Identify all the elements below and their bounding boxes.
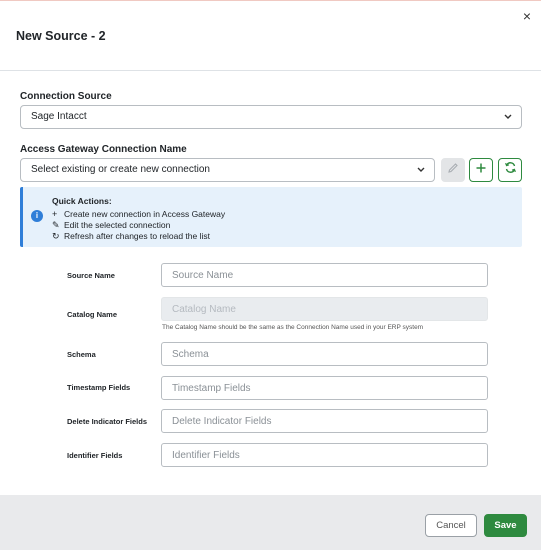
identifier-fields-input[interactable] bbox=[161, 443, 488, 467]
connection-source-select[interactable]: Sage Intacct bbox=[20, 105, 522, 129]
quick-action-text: Create new connection in Access Gateway bbox=[64, 209, 226, 219]
gateway-connection-select[interactable]: Select existing or create new connection bbox=[20, 158, 435, 182]
refresh-icon bbox=[504, 161, 517, 179]
quick-action-item: ↻ Refresh after changes to reload the lis… bbox=[52, 231, 210, 242]
identifier-fields-label: Identifier Fields bbox=[67, 451, 123, 460]
info-icon: i bbox=[31, 210, 43, 222]
quick-action-text: Refresh after changes to reload the list bbox=[64, 231, 210, 241]
new-source-dialog: New Source - 2 × Connection Source Sage … bbox=[0, 0, 541, 550]
source-name-input[interactable] bbox=[161, 263, 488, 287]
gateway-connection-placeholder: Select existing or create new connection bbox=[31, 164, 210, 175]
catalog-name-label: Catalog Name bbox=[67, 310, 118, 319]
connection-source-value: Sage Intacct bbox=[31, 111, 87, 122]
dialog-title: New Source - 2 bbox=[16, 29, 106, 43]
edit-connection-button[interactable] bbox=[441, 158, 465, 182]
quick-actions-title: Quick Actions: bbox=[52, 196, 112, 206]
catalog-name-help: The Catalog Name should be the same as t… bbox=[162, 324, 424, 331]
timestamp-fields-input[interactable] bbox=[161, 376, 488, 400]
plus-icon bbox=[475, 161, 487, 179]
save-button[interactable]: Save bbox=[484, 514, 527, 537]
schema-input[interactable] bbox=[161, 342, 488, 366]
quick-action-item: ✎ Edit the selected connection bbox=[52, 220, 170, 231]
pencil-icon bbox=[447, 161, 459, 179]
schema-label: Schema bbox=[67, 350, 96, 359]
refresh-icon: ↻ bbox=[52, 231, 60, 241]
chevron-down-icon bbox=[417, 159, 425, 190]
add-connection-button[interactable] bbox=[469, 158, 493, 182]
gateway-connection-label: Access Gateway Connection Name bbox=[20, 144, 187, 155]
quick-action-text: Edit the selected connection bbox=[64, 220, 171, 230]
timestamp-fields-label: Timestamp Fields bbox=[67, 383, 131, 392]
refresh-connections-button[interactable] bbox=[498, 158, 522, 182]
chevron-down-icon bbox=[504, 106, 512, 137]
close-icon[interactable]: × bbox=[523, 9, 531, 23]
quick-action-item: + Create new connection in Access Gateway bbox=[52, 209, 225, 219]
connection-source-label: Connection Source bbox=[20, 91, 112, 102]
pencil-icon: ✎ bbox=[52, 220, 60, 230]
plus-icon: + bbox=[52, 209, 58, 219]
cancel-button[interactable]: Cancel bbox=[425, 514, 477, 537]
quick-actions-info: i Quick Actions: + Create new connection … bbox=[20, 187, 522, 247]
catalog-name-input bbox=[161, 297, 488, 321]
delete-indicator-fields-label: Delete Indicator Fields bbox=[67, 417, 148, 426]
source-name-label: Source Name bbox=[67, 271, 115, 280]
dialog-header: New Source - 2 × bbox=[0, 1, 541, 71]
delete-indicator-fields-input[interactable] bbox=[161, 409, 488, 433]
